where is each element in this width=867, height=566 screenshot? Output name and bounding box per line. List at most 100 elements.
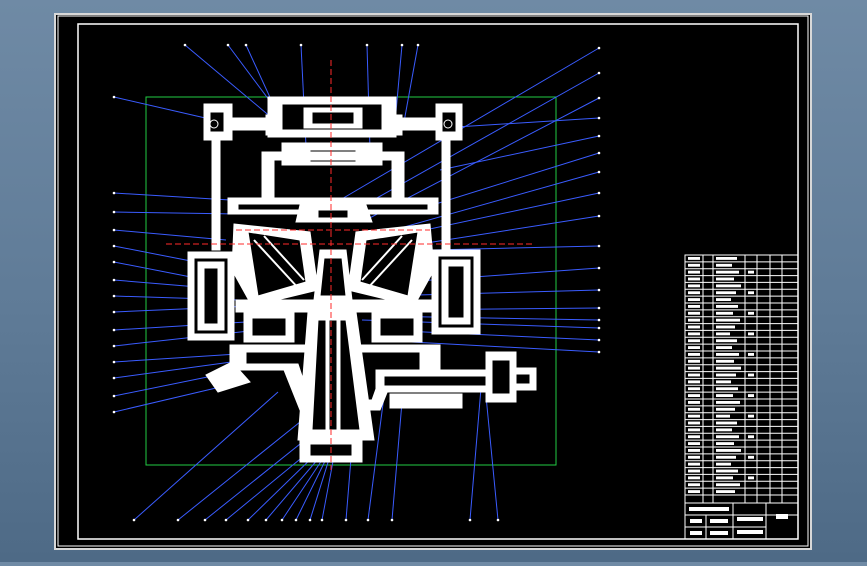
callout-dot — [112, 95, 116, 99]
parts-list-cell-marks — [748, 373, 754, 377]
parts-list-cell-marks — [716, 421, 737, 425]
callout-dot — [344, 518, 348, 522]
callout-dot — [416, 43, 420, 47]
parts-list-cell-marks — [688, 483, 700, 487]
parts-list-cell-marks — [716, 332, 730, 336]
callout-dot — [597, 214, 601, 218]
callout-dot — [264, 518, 268, 522]
parts-list-cell-marks — [688, 421, 700, 425]
parts-list-cell-marks — [748, 311, 754, 315]
parts-list-cell-marks — [716, 318, 740, 322]
parts-list-cell-marks — [688, 353, 700, 356]
callout-dot — [597, 266, 601, 270]
parts-list-cell-marks — [716, 270, 739, 274]
callout-dot — [112, 376, 116, 380]
callout-dot — [597, 134, 601, 138]
parts-list-cell-marks — [716, 339, 737, 343]
callout-dot — [597, 318, 601, 322]
callout-dot — [176, 518, 180, 522]
callout-dot — [390, 518, 394, 522]
parts-list-cell-marks — [748, 353, 754, 356]
callout-dot — [246, 518, 250, 522]
parts-list-cell-marks — [716, 414, 730, 418]
parts-list-cell-marks — [688, 442, 700, 445]
parts-list-cell-marks — [716, 394, 733, 397]
parts-list-cell-marks — [748, 435, 754, 439]
callout-dot — [597, 116, 601, 120]
callout-dot — [365, 43, 369, 47]
callout-dot — [597, 306, 601, 310]
parts-list-cell-marks — [688, 263, 700, 267]
callout-dot — [597, 288, 601, 292]
callout-dot — [112, 394, 116, 398]
callout-dot — [112, 310, 116, 314]
parts-list-cell-marks — [748, 394, 754, 397]
callout-dot — [203, 518, 207, 522]
callout-dot — [280, 518, 284, 522]
parts-list-cell-marks — [688, 270, 700, 274]
parts-list-cell-marks — [748, 291, 754, 295]
parts-list-cell-marks — [716, 305, 738, 308]
parts-list-cell-marks — [688, 257, 700, 260]
callout-dot — [597, 96, 601, 100]
parts-list-cell-marks — [716, 401, 740, 404]
callout-dot — [112, 260, 116, 264]
parts-list-cell-marks — [716, 462, 731, 466]
parts-list-cell-marks — [716, 476, 733, 480]
callout-dot — [112, 410, 116, 414]
parts-list-cell-marks — [716, 449, 741, 452]
callout-dot — [400, 43, 404, 47]
parts-list-cell-marks — [748, 332, 754, 336]
callout-dot — [112, 278, 116, 282]
callout-dot — [597, 326, 601, 330]
callout-dot — [112, 344, 116, 348]
parts-list-cell-marks — [716, 407, 735, 411]
parts-list-cell-marks — [688, 469, 700, 473]
callout-dot — [112, 328, 116, 332]
parts-list-cell-marks — [716, 490, 735, 493]
parts-list-cell-marks — [688, 407, 700, 411]
parts-list-cell-marks — [716, 380, 731, 384]
parts-list-cell-marks — [688, 476, 700, 480]
parts-list-cell-marks — [688, 387, 700, 391]
parts-list-cell-marks — [688, 428, 700, 432]
parts-list-cell-marks — [716, 298, 731, 301]
callout-dot — [308, 518, 312, 522]
callout-dot — [112, 294, 116, 298]
parts-list-cell-marks — [716, 277, 734, 281]
parts-list-cell-marks — [688, 277, 700, 281]
parts-list-cell-marks — [716, 366, 741, 370]
parts-list-cell-marks — [716, 359, 734, 363]
parts-list-cell-marks — [748, 270, 754, 274]
parts-list-cell-marks — [716, 483, 740, 487]
parts-list-cell-marks — [748, 476, 754, 480]
parts-list-cell-marks — [716, 428, 732, 432]
parts-list-cell-marks — [688, 462, 700, 466]
parts-list-cell-marks — [688, 435, 700, 439]
callout-dot — [597, 170, 601, 174]
parts-list-cell-marks — [748, 455, 754, 459]
callout-dot — [320, 518, 324, 522]
parts-list-cell-marks — [716, 284, 741, 288]
callout-dot — [226, 43, 230, 47]
parts-list-cell-marks — [688, 414, 700, 418]
parts-list-cell-marks — [716, 263, 732, 267]
callout-dot — [112, 228, 116, 232]
parts-list-cell-marks — [688, 318, 700, 322]
callout-dot — [112, 360, 116, 364]
parts-list-cell-marks — [688, 339, 700, 343]
parts-list-cell-marks — [716, 387, 738, 391]
callout-dot — [496, 518, 500, 522]
callout-dot — [597, 338, 601, 342]
parts-list-cell-marks — [688, 401, 700, 404]
callout-dot — [183, 43, 187, 47]
parts-list-cell-marks — [688, 449, 700, 452]
cad-viewport[interactable] — [0, 0, 867, 562]
parts-list-cell-marks — [688, 394, 700, 397]
callout-dot — [299, 43, 303, 47]
parts-list-cell-marks — [716, 373, 736, 377]
callout-dot — [132, 518, 136, 522]
parts-list-cell-marks — [688, 359, 700, 363]
callout-dot — [597, 191, 601, 195]
parts-list-cell-marks — [688, 366, 700, 370]
